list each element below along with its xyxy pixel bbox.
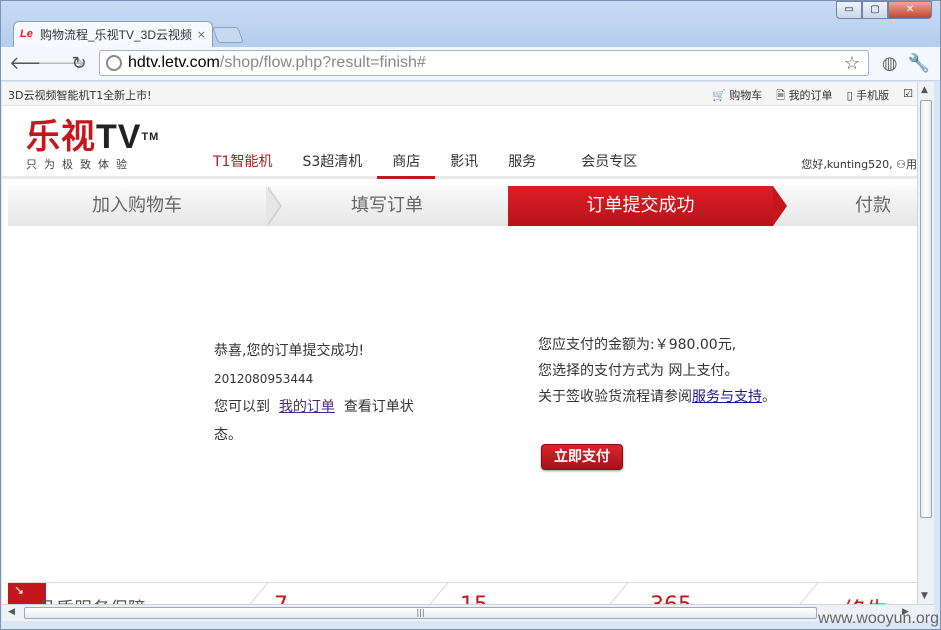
cart-label: 购物车 <box>729 89 763 102</box>
guarantee-15: 15 <box>460 593 488 604</box>
pay-now-button[interactable]: 立即支付 <box>541 444 623 470</box>
divider <box>798 583 819 604</box>
close-window-button[interactable]: ✕ <box>888 1 932 19</box>
tab-title: 购物流程_乐视TV_3D云视频 <box>40 28 193 42</box>
order-success-panel: 恭喜,您的订单提交成功! 2012080953444 您可以到 我的订单 查看订… <box>214 337 424 449</box>
nav-t1[interactable]: T1智能机 <box>198 152 287 179</box>
checkout-steps: 加入购物车 填写订单 订单提交成功 付款 <box>8 186 917 226</box>
nav-news[interactable]: 影讯 <box>435 152 493 179</box>
divider <box>248 583 269 604</box>
tab-close-icon[interactable]: × <box>197 28 206 41</box>
scroll-left-icon[interactable]: ◀ <box>8 607 15 617</box>
browser-window: Le 购物流程_乐视TV_3D云视频 × ▭ ▢ ✕ 🡐 🡒 ↻ hdtv.le… <box>0 0 941 630</box>
browser-toolbar: 🡐 🡒 ↻ hdtv.letv.com/shop/flow.php?result… <box>1 47 940 81</box>
maximize-button[interactable]: ▢ <box>862 1 888 19</box>
logo-tm: TM <box>141 131 160 143</box>
back-arrow-icon[interactable]: 🡐 <box>9 50 57 78</box>
title-bar: Le 购物流程_乐视TV_3D云视频 × ▭ ▢ ✕ <box>1 1 940 47</box>
site-topbar: 3D云视频智能机T1全新上市! 🛒 购物车 🗎 我的订单 ▯ 手机版 ☑ <box>2 82 917 106</box>
address-bar[interactable]: hdtv.letv.com/shop/flow.php?result=finis… <box>99 50 869 76</box>
policy-line: 关于签收验货流程请参阅服务与支持。 <box>538 384 776 410</box>
logo-tv: TV <box>96 118 142 156</box>
page-viewport: 3D云视频智能机T1全新上市! 🛒 购物车 🗎 我的订单 ▯ 手机版 ☑ 乐视T… <box>2 82 917 604</box>
url-path: /shop/flow.php?result=finish# <box>219 54 426 71</box>
logo-slogan: 只为极致体验 <box>26 158 134 171</box>
phone-icon: ▯ <box>846 89 853 102</box>
reload-icon[interactable]: ↻ <box>65 50 93 78</box>
topbar-mobile-link[interactable]: ▯ 手机版 <box>847 87 890 106</box>
step-1-label: 加入购物车 <box>92 195 182 216</box>
policy-suffix: 。 <box>762 389 776 405</box>
guarantee-lifetime: 终生 <box>844 593 888 604</box>
view-order-text: 您可以到 我的订单 查看订单状态。 <box>214 393 424 449</box>
mobile-label: 手机版 <box>856 89 890 102</box>
nav-service[interactable]: 服务 <box>493 152 551 179</box>
amount-line: 您应支付的金额为:￥980.00元, <box>538 337 737 353</box>
document-icon: 🗎 <box>776 89 786 102</box>
horizontal-scrollbar[interactable]: ◀ ||| ▶ <box>2 604 934 621</box>
order-number: 2012080953444 <box>214 372 314 386</box>
divider <box>428 583 449 604</box>
view-prefix: 您可以到 <box>214 399 270 415</box>
wrench-menu-icon[interactable]: 🔧 <box>908 53 930 74</box>
letv-logo[interactable]: 乐视TVTM 只为极致体验 <box>26 120 159 172</box>
watermark-text: www.wooyun.org <box>818 610 939 627</box>
step-2-label: 填写订单 <box>351 195 423 216</box>
letv-favicon-icon: Le <box>20 27 33 40</box>
guarantee-365: 365 <box>650 593 692 604</box>
page-info-icon[interactable] <box>106 55 122 71</box>
service-guarantee-strip: ↘ 品质服务保障 7 15 365 终生 <box>8 582 917 604</box>
promo-text[interactable]: 3D云视频智能机T1全新上市! <box>8 87 152 103</box>
vertical-scrollbar[interactable]: ▲ ▼ <box>917 82 934 604</box>
edit-icon[interactable]: ☑ <box>903 87 913 106</box>
bookmark-star-icon[interactable]: ☆ <box>844 53 860 74</box>
policy-prefix: 关于签收验货流程请参阅 <box>538 389 692 405</box>
orders-label: 我的订单 <box>788 89 833 102</box>
user-greeting[interactable]: 您好,kunting520, ⚇用 <box>801 156 917 172</box>
scroll-down-icon[interactable]: ▼ <box>921 591 928 601</box>
cart-icon: 🛒 <box>712 89 726 102</box>
minimize-button[interactable]: ▭ <box>836 1 862 19</box>
topbar-cart-link[interactable]: 🛒 购物车 <box>712 87 762 106</box>
guarantee-title: 品质服务保障 <box>38 595 146 604</box>
step-payment: 付款 <box>773 186 917 226</box>
extension-globe-icon[interactable]: ◍ <box>882 53 898 74</box>
step-arrow-3 <box>773 186 787 226</box>
new-tab-button[interactable] <box>212 27 244 43</box>
method-line: 您选择的支付方式为 网上支付。 <box>538 363 739 379</box>
nav-store[interactable]: 商店 <box>377 152 436 179</box>
divider <box>608 583 629 604</box>
topbar-orders-link[interactable]: 🗎 我的订单 <box>776 87 832 106</box>
service-support-link[interactable]: 服务与支持 <box>692 389 762 405</box>
horizontal-scroll-thumb[interactable]: ||| <box>24 607 817 619</box>
forward-arrow-icon[interactable]: 🡒 <box>37 50 85 78</box>
nav-member[interactable]: 会员专区 <box>551 152 652 179</box>
success-message: 恭喜,您的订单提交成功! <box>214 343 365 359</box>
main-nav: T1智能机 S3超清机 商店 影讯 服务 会员专区 <box>198 152 652 179</box>
vertical-scroll-thumb[interactable] <box>920 100 932 518</box>
my-orders-link[interactable]: 我的订单 <box>279 399 335 415</box>
payment-panel: 您应支付的金额为:￥980.00元, 您选择的支付方式为 网上支付。 关于签收验… <box>538 332 776 410</box>
step-add-to-cart: 加入购物车 <box>8 186 282 226</box>
guarantee-7: 7 <box>274 593 288 604</box>
nav-s3[interactable]: S3超清机 <box>287 152 377 179</box>
step-4-label: 付款 <box>855 195 891 216</box>
step-fill-order: 填写订单 <box>266 186 508 226</box>
browser-tab[interactable]: Le 购物流程_乐视TV_3D云视频 × <box>13 21 213 47</box>
url-host: hdtv.letv.com <box>128 54 220 71</box>
step-order-submitted: 订单提交成功 <box>508 186 787 226</box>
step-3-label: 订单提交成功 <box>586 195 695 216</box>
site-header: 乐视TVTM 只为极致体验 T1智能机 S3超清机 商店 影讯 服务 会员专区 … <box>2 106 917 179</box>
step-arrow-1-fill <box>266 186 280 226</box>
scroll-up-icon[interactable]: ▲ <box>921 85 928 95</box>
logo-cn: 乐视 <box>26 118 96 156</box>
